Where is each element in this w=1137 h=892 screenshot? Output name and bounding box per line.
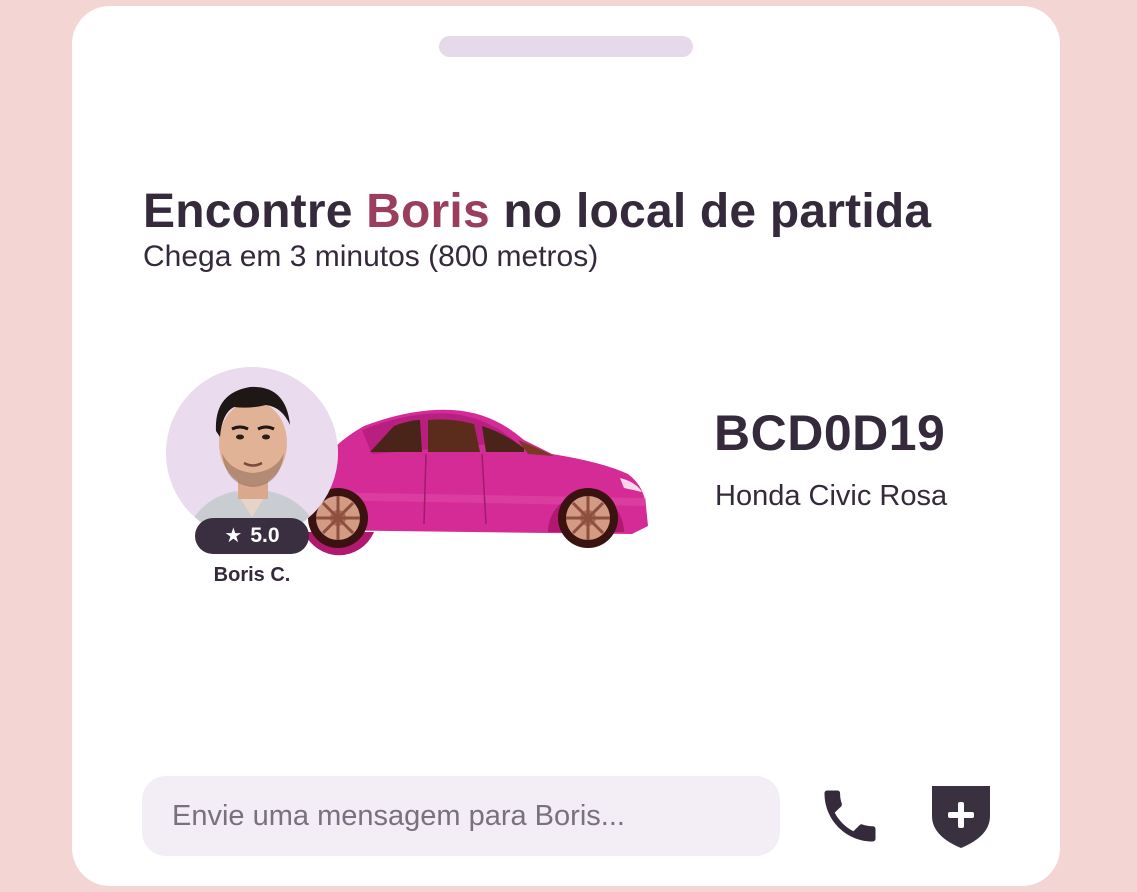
- shield-plus-icon: [932, 786, 990, 848]
- safety-button[interactable]: [928, 782, 994, 850]
- driver-first-name: Boris: [366, 185, 490, 238]
- rating-badge: ★ 5.0: [195, 518, 309, 554]
- drag-handle[interactable]: [439, 36, 693, 57]
- star-icon: ★: [224, 525, 243, 547]
- headline-suffix: no local de partida: [489, 185, 932, 238]
- phone-icon: [824, 790, 876, 842]
- driver-photo: [166, 367, 338, 539]
- license-plate: BCD0D19: [714, 405, 946, 461]
- car-model: Honda Civic Rosa: [715, 480, 948, 512]
- call-button[interactable]: [816, 782, 884, 850]
- driver-name: Boris C.: [213, 564, 291, 586]
- car-image: [304, 409, 648, 556]
- eta-subtitle: Chega em 3 minutos (800 metros): [143, 240, 599, 273]
- headline-prefix: Encontre: [143, 185, 367, 238]
- driver-avatar[interactable]: [166, 367, 338, 539]
- message-input[interactable]: [142, 776, 780, 856]
- rating-value: 5.0: [250, 524, 280, 547]
- bottom-sheet: Encontre Boris no local de partida Chega…: [72, 6, 1060, 886]
- page-title: Encontre Boris no local de partida: [143, 184, 931, 239]
